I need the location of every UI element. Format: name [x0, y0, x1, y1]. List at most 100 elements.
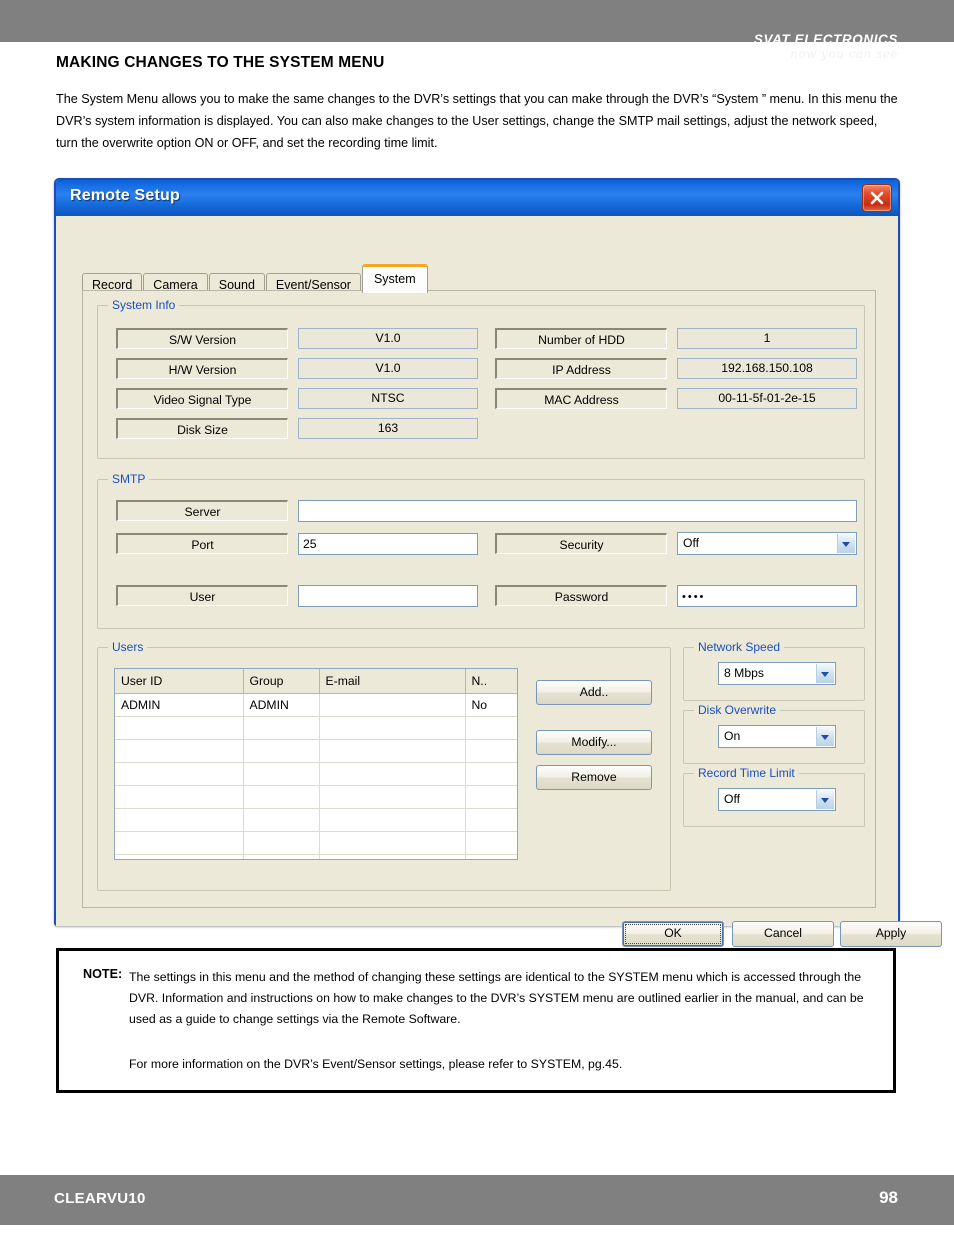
- table-cell-0: [115, 739, 244, 763]
- chevron-down-icon[interactable]: [816, 727, 834, 746]
- system-info-legend: System Info: [108, 298, 180, 312]
- table-cell-3: [465, 808, 517, 832]
- table-cell-2: [319, 716, 466, 740]
- page-footer: CLEARVU10 98: [0, 1175, 954, 1225]
- table-row[interactable]: [115, 831, 517, 855]
- table-cell-1: [243, 808, 320, 832]
- intro-paragraph: The System Menu allows you to make the s…: [56, 92, 898, 150]
- cancel-button[interactable]: Cancel: [732, 921, 834, 947]
- table-row[interactable]: ADMIN ADMIN No: [115, 693, 517, 717]
- smtp-port-label: Port: [116, 533, 288, 554]
- disk-overwrite-value: On: [724, 729, 741, 743]
- table-cell-2: [319, 785, 466, 809]
- smtp-user-input[interactable]: [298, 585, 478, 607]
- add-user-button[interactable]: Add..: [536, 680, 652, 705]
- users-table-header-row: User ID Group E-mail N..: [115, 669, 517, 694]
- smtp-security-select[interactable]: Off: [677, 532, 857, 555]
- network-speed-group: Network Speed 8 Mbps: [683, 640, 865, 701]
- record-time-limit-select[interactable]: Off: [718, 788, 836, 811]
- ip-address-label: IP Address: [495, 358, 667, 379]
- col-email[interactable]: E-mail: [319, 669, 466, 694]
- modify-user-button[interactable]: Modify...: [536, 730, 652, 755]
- table-cell-0: [115, 831, 244, 855]
- network-speed-legend: Network Speed: [694, 640, 785, 654]
- chevron-down-icon[interactable]: [816, 790, 834, 809]
- table-row[interactable]: [115, 785, 517, 809]
- disk-size-label: Disk Size: [116, 418, 288, 439]
- record-time-limit-value: Off: [724, 792, 741, 806]
- table-row[interactable]: [115, 716, 517, 740]
- ok-button[interactable]: OK: [622, 921, 724, 947]
- video-signal-type-value: NTSC: [298, 388, 478, 409]
- smtp-legend: SMTP: [108, 472, 150, 486]
- record-time-limit-group: Record Time Limit Off: [683, 766, 865, 827]
- sw-version-value: V1.0: [298, 328, 478, 349]
- table-cell-1: ADMIN: [243, 693, 320, 717]
- table-cell-3: [465, 762, 517, 786]
- table-cell-3: [465, 739, 517, 763]
- table-cell-2: [319, 739, 466, 763]
- users-legend: Users: [108, 640, 148, 654]
- tab-system[interactable]: System: [361, 264, 428, 293]
- footer-model: CLEARVU10: [54, 1190, 146, 1207]
- table-row[interactable]: [115, 808, 517, 832]
- dialog-title: Remote Setup: [70, 187, 180, 204]
- remote-setup-dialog: Remote Setup Record Camera Sound Event/Sens…: [54, 178, 942, 947]
- disk-size-value: 163: [298, 418, 478, 439]
- col-n[interactable]: N..: [465, 669, 517, 694]
- note-box: NOTE: The settings in this menu and the …: [56, 948, 896, 1093]
- users-group: Users User ID Group E-mail N.. ADMIN ADM…: [97, 640, 671, 891]
- smtp-server-label: Server: [116, 500, 288, 521]
- chevron-down-icon[interactable]: [837, 534, 855, 553]
- network-speed-value: 8 Mbps: [724, 666, 764, 680]
- system-info-group: System Info S/W Version V1.0 H/W Version…: [97, 298, 865, 459]
- smtp-password-label: Password: [495, 585, 667, 606]
- table-cell-1: [243, 831, 320, 855]
- brand-name: SVAT ELECTRONICS: [753, 32, 898, 47]
- smtp-group: SMTP Server Port 25 Security Off User Pa…: [97, 472, 865, 629]
- remove-user-button[interactable]: Remove: [536, 765, 652, 790]
- table-row[interactable]: [115, 762, 517, 786]
- table-cell-1: [243, 762, 320, 786]
- table-cell-1: [243, 785, 320, 809]
- mac-address-label: MAC Address: [495, 388, 667, 409]
- table-row[interactable]: [115, 854, 517, 859]
- table-row[interactable]: [115, 739, 517, 763]
- table-cell-0: [115, 785, 244, 809]
- smtp-port-input[interactable]: 25: [298, 533, 478, 555]
- close-icon[interactable]: [862, 184, 892, 212]
- ip-address-value: 192.168.150.108: [677, 358, 857, 379]
- smtp-security-label: Security: [495, 533, 667, 554]
- dialog-titlebar: Remote Setup: [56, 180, 898, 216]
- table-cell-2: [319, 693, 466, 717]
- focus-ring: [625, 924, 721, 944]
- record-time-limit-legend: Record Time Limit: [694, 766, 799, 780]
- brand-tagline: now you can see: [790, 46, 898, 61]
- table-cell-2: [319, 831, 466, 855]
- tab-page-system: System Info S/W Version V1.0 H/W Version…: [82, 290, 876, 908]
- tab-strip: Record Camera Sound Event/Sensor System: [82, 264, 429, 296]
- table-cell-0: ADMIN: [115, 693, 244, 717]
- smtp-server-input[interactable]: [298, 500, 857, 522]
- disk-overwrite-group: Disk Overwrite On: [683, 703, 865, 764]
- smtp-security-value: Off: [683, 536, 700, 550]
- table-cell-3: [465, 854, 517, 859]
- network-speed-select[interactable]: 8 Mbps: [718, 662, 836, 685]
- col-user-id[interactable]: User ID: [115, 669, 244, 694]
- number-of-hdd-value: 1: [677, 328, 857, 349]
- table-cell-3: [465, 831, 517, 855]
- footer-page-number: 98: [879, 1188, 898, 1207]
- chevron-down-icon[interactable]: [816, 664, 834, 683]
- hw-version-value: V1.0: [298, 358, 478, 379]
- apply-button[interactable]: Apply: [840, 921, 942, 947]
- col-group[interactable]: Group: [243, 669, 320, 694]
- table-cell-2: [319, 808, 466, 832]
- table-cell-3: [465, 785, 517, 809]
- disk-overwrite-select[interactable]: On: [718, 725, 836, 748]
- table-cell-2: [319, 854, 466, 859]
- page-title: MAKING CHANGES TO THE SYSTEM MENU: [56, 54, 385, 71]
- users-table[interactable]: User ID Group E-mail N.. ADMIN ADMIN No: [114, 668, 518, 860]
- table-cell-0: [115, 716, 244, 740]
- number-of-hdd-label: Number of HDD: [495, 328, 667, 349]
- smtp-password-input[interactable]: ••••: [677, 585, 857, 607]
